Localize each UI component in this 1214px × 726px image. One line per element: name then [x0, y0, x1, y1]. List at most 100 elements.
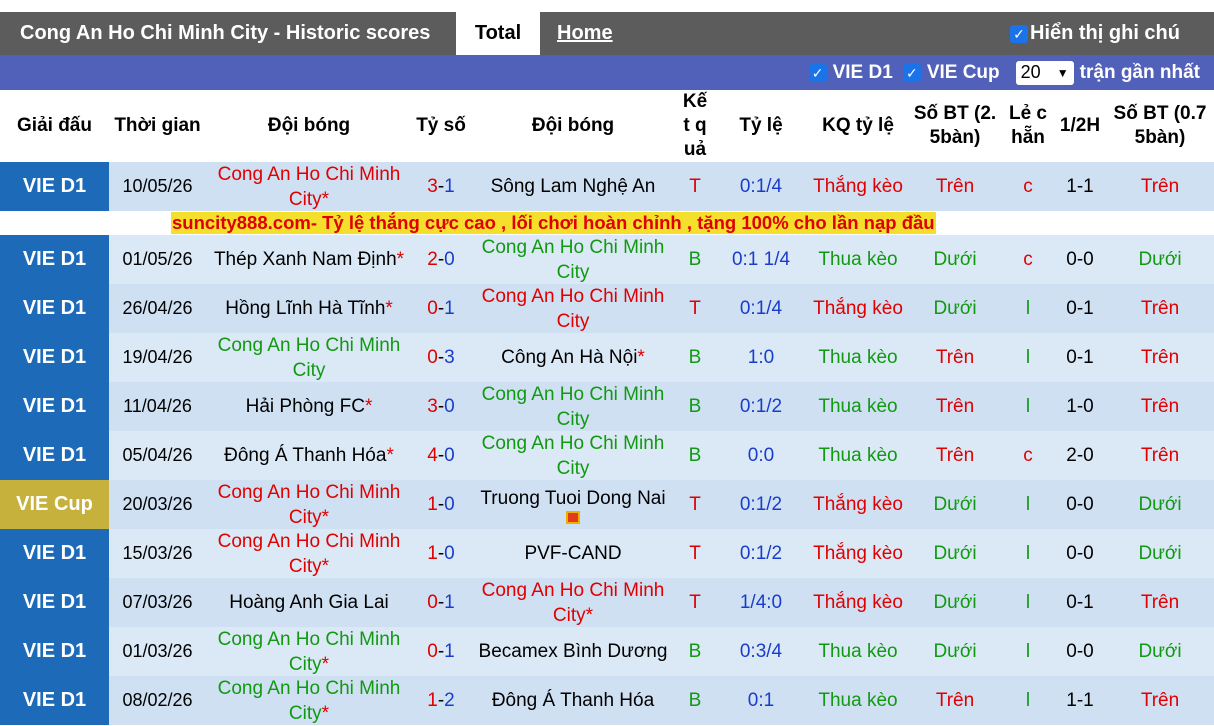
away-team-name[interactable]: Công An Hà Nội*: [475, 345, 671, 370]
checkbox-vie-d1[interactable]: ✓: [808, 63, 827, 82]
home-team-label[interactable]: Cong An Ho Chi Minh City: [218, 678, 401, 724]
home-team-label[interactable]: Cong An Ho Chi Minh City: [218, 164, 401, 210]
home-team-name[interactable]: Cong An Ho Chi Minh City*: [211, 529, 407, 579]
cell-odds: 0:1/4: [739, 176, 783, 197]
home-team-label[interactable]: Hồng Lĩnh Hà Tĩnh: [225, 298, 385, 319]
away-team-name[interactable]: Đông Á Thanh Hóa: [475, 688, 671, 713]
away-team-label[interactable]: Sông Lam Nghệ An: [491, 176, 656, 197]
col-odds: Tỷ lệ: [739, 115, 783, 136]
match-count-select[interactable]: 20 ▼: [1015, 60, 1074, 85]
away-team-name[interactable]: Cong An Ho Chi Minh City: [475, 431, 671, 481]
home-team-label[interactable]: Hải Phòng FC: [246, 396, 365, 417]
away-team-name[interactable]: PVF-CAND: [475, 541, 671, 566]
title-bar: Cong An Ho Chi Minh City - Historic scor…: [0, 0, 1214, 55]
away-team-label[interactable]: Cong An Ho Chi Minh City: [482, 384, 665, 430]
away-team-name[interactable]: Cong An Ho Chi Minh City*: [475, 578, 671, 628]
home-team-label[interactable]: Cong An Ho Chi Minh City: [218, 629, 401, 675]
home-team-label[interactable]: Cong An Ho Chi Minh City: [218, 531, 401, 577]
cell-half: 0-0: [1066, 543, 1094, 564]
table-row[interactable]: VIE D1 01/03/26 Cong An Ho Chi Minh City* 0…: [0, 627, 1214, 676]
away-team-label[interactable]: Cong An Ho Chi Minh City: [482, 286, 665, 332]
table-row[interactable]: VIE D1 15/03/26 Cong An Ho Chi Minh City* 1…: [0, 529, 1214, 578]
league-badge[interactable]: VIE D1: [0, 529, 109, 578]
away-team-label[interactable]: Cong An Ho Chi Minh City: [482, 580, 665, 626]
ad-banner[interactable]: suncity888.com- Tỷ lệ thắng cực cao , lố…: [0, 211, 1214, 235]
home-team-label[interactable]: Thép Xanh Nam Định: [214, 249, 397, 270]
league-badge[interactable]: VIE Cup: [0, 480, 109, 529]
away-team-name[interactable]: Cong An Ho Chi Minh City: [475, 235, 671, 285]
home-team-label[interactable]: Hoàng Anh Gia Lai: [229, 592, 389, 613]
table-row[interactable]: VIE D1 26/04/26 Hồng Lĩnh Hà Tĩnh* 0-1 Cong …: [0, 284, 1214, 333]
league-badge[interactable]: VIE D1: [0, 382, 109, 431]
ad-text[interactable]: suncity888.com- Tỷ lệ thắng cực cao , lố…: [171, 212, 936, 234]
cell-goals075: Trên: [1140, 176, 1180, 197]
home-team-name[interactable]: Cong An Ho Chi Minh City*: [211, 162, 407, 212]
league-badge[interactable]: VIE D1: [0, 431, 109, 480]
home-team-name[interactable]: Hoàng Anh Gia Lai: [211, 590, 407, 615]
league-badge[interactable]: VIE D1: [0, 284, 109, 333]
away-team-label[interactable]: Cong An Ho Chi Minh City: [482, 433, 665, 479]
score-away: 2: [444, 690, 455, 711]
table-row[interactable]: VIE D1 10/05/26 Cong An Ho Chi Minh City* 3…: [0, 162, 1214, 211]
league-badge[interactable]: VIE D1: [0, 676, 109, 725]
cell-goals25: Dưới: [933, 543, 977, 564]
cell-odds: 0:1/2: [739, 543, 783, 564]
away-team-label[interactable]: Truong Tuoi Dong Nai: [480, 488, 665, 509]
checkbox-vie-cup[interactable]: ✓: [902, 63, 921, 82]
table-row[interactable]: VIE D1 08/02/26 Cong An Ho Chi Minh City* 1…: [0, 676, 1214, 725]
score-away: 0: [444, 249, 455, 270]
away-team-label[interactable]: Công An Hà Nội: [501, 347, 637, 368]
league-badge[interactable]: VIE D1: [0, 578, 109, 627]
away-team-name[interactable]: Cong An Ho Chi Minh City: [475, 284, 671, 334]
home-team-name[interactable]: Cong An Ho Chi Minh City*: [211, 676, 407, 726]
cell-score: 2-0: [412, 235, 470, 284]
cell-away: Cong An Ho Chi Minh City: [470, 382, 676, 431]
cell-date: 11/04/26: [123, 396, 192, 416]
home-team-name[interactable]: Thép Xanh Nam Định*: [211, 247, 407, 272]
table-row[interactable]: VIE D1 19/04/26 Cong An Ho Chi Minh City 0-…: [0, 333, 1214, 382]
checkbox-checked-icon[interactable]: ✓: [1010, 24, 1028, 43]
cell-goals075: Dưới: [1138, 543, 1182, 564]
cell-date: 01/05/26: [122, 249, 193, 269]
away-team-name[interactable]: Truong Tuoi Dong Nai: [475, 486, 671, 524]
table-row[interactable]: VIE Cup 20/03/26 Cong An Ho Chi Minh City*…: [0, 480, 1214, 529]
table-row[interactable]: VIE D1 07/03/26 Hoàng Anh Gia Lai 0-1 Cong A…: [0, 578, 1214, 627]
away-team-label[interactable]: Becamex Bình Dương: [479, 641, 668, 662]
league-badge[interactable]: VIE D1: [0, 333, 109, 382]
cell-result: T: [689, 494, 701, 515]
home-team-name[interactable]: Hồng Lĩnh Hà Tĩnh*: [211, 296, 407, 321]
favorite-star-icon: *: [386, 445, 394, 466]
home-team-name[interactable]: Cong An Ho Chi Minh City*: [211, 480, 407, 530]
away-team-name[interactable]: Cong An Ho Chi Minh City: [475, 382, 671, 432]
league-badge[interactable]: VIE D1: [0, 627, 109, 676]
cell-half: 0-0: [1066, 249, 1094, 270]
home-team-name[interactable]: Cong An Ho Chi Minh City: [211, 333, 407, 383]
away-team-line: Cong An Ho Chi Minh City: [475, 235, 671, 285]
table-row[interactable]: VIE D1 05/04/26 Đông Á Thanh Hóa* 4-0 Cong A…: [0, 431, 1214, 480]
tab-home[interactable]: Home: [557, 12, 613, 55]
home-team-label[interactable]: Đông Á Thanh Hóa: [224, 445, 386, 466]
home-team-line: Cong An Ho Chi Minh City*: [211, 480, 407, 530]
away-team-name[interactable]: Becamex Bình Dương: [475, 639, 671, 664]
table-row[interactable]: VIE D1 01/05/26 Thép Xanh Nam Định* 2-0 Cong…: [0, 235, 1214, 284]
tab-total[interactable]: Total: [456, 12, 540, 55]
show-notes-toggle[interactable]: ✓ Hiển thị ghi chú: [1010, 12, 1180, 55]
favorite-star-icon: *: [321, 506, 330, 528]
home-team-name[interactable]: Cong An Ho Chi Minh City*: [211, 627, 407, 677]
away-team-label[interactable]: Đông Á Thanh Hóa: [492, 690, 654, 711]
home-team-label[interactable]: Cong An Ho Chi Minh City: [218, 482, 401, 528]
league-badge[interactable]: VIE D1: [0, 235, 109, 284]
cell-score: 0-1: [412, 578, 470, 627]
cell-oe: l: [1025, 543, 1031, 564]
away-team-label[interactable]: Cong An Ho Chi Minh City: [482, 237, 665, 283]
away-team-name[interactable]: Sông Lam Nghệ An: [475, 174, 671, 199]
cell-goals075: Dưới: [1138, 249, 1182, 270]
cell-odds-result: Thắng kèo: [813, 592, 903, 613]
league-badge[interactable]: VIE D1: [0, 162, 109, 211]
score-home: 1: [427, 543, 438, 564]
home-team-label[interactable]: Cong An Ho Chi Minh City: [218, 335, 401, 381]
table-row[interactable]: VIE D1 11/04/26 Hải Phòng FC* 3-0 Cong An Ho…: [0, 382, 1214, 431]
home-team-name[interactable]: Hải Phòng FC*: [211, 394, 407, 419]
away-team-label[interactable]: PVF-CAND: [524, 543, 621, 564]
home-team-name[interactable]: Đông Á Thanh Hóa*: [211, 443, 407, 468]
